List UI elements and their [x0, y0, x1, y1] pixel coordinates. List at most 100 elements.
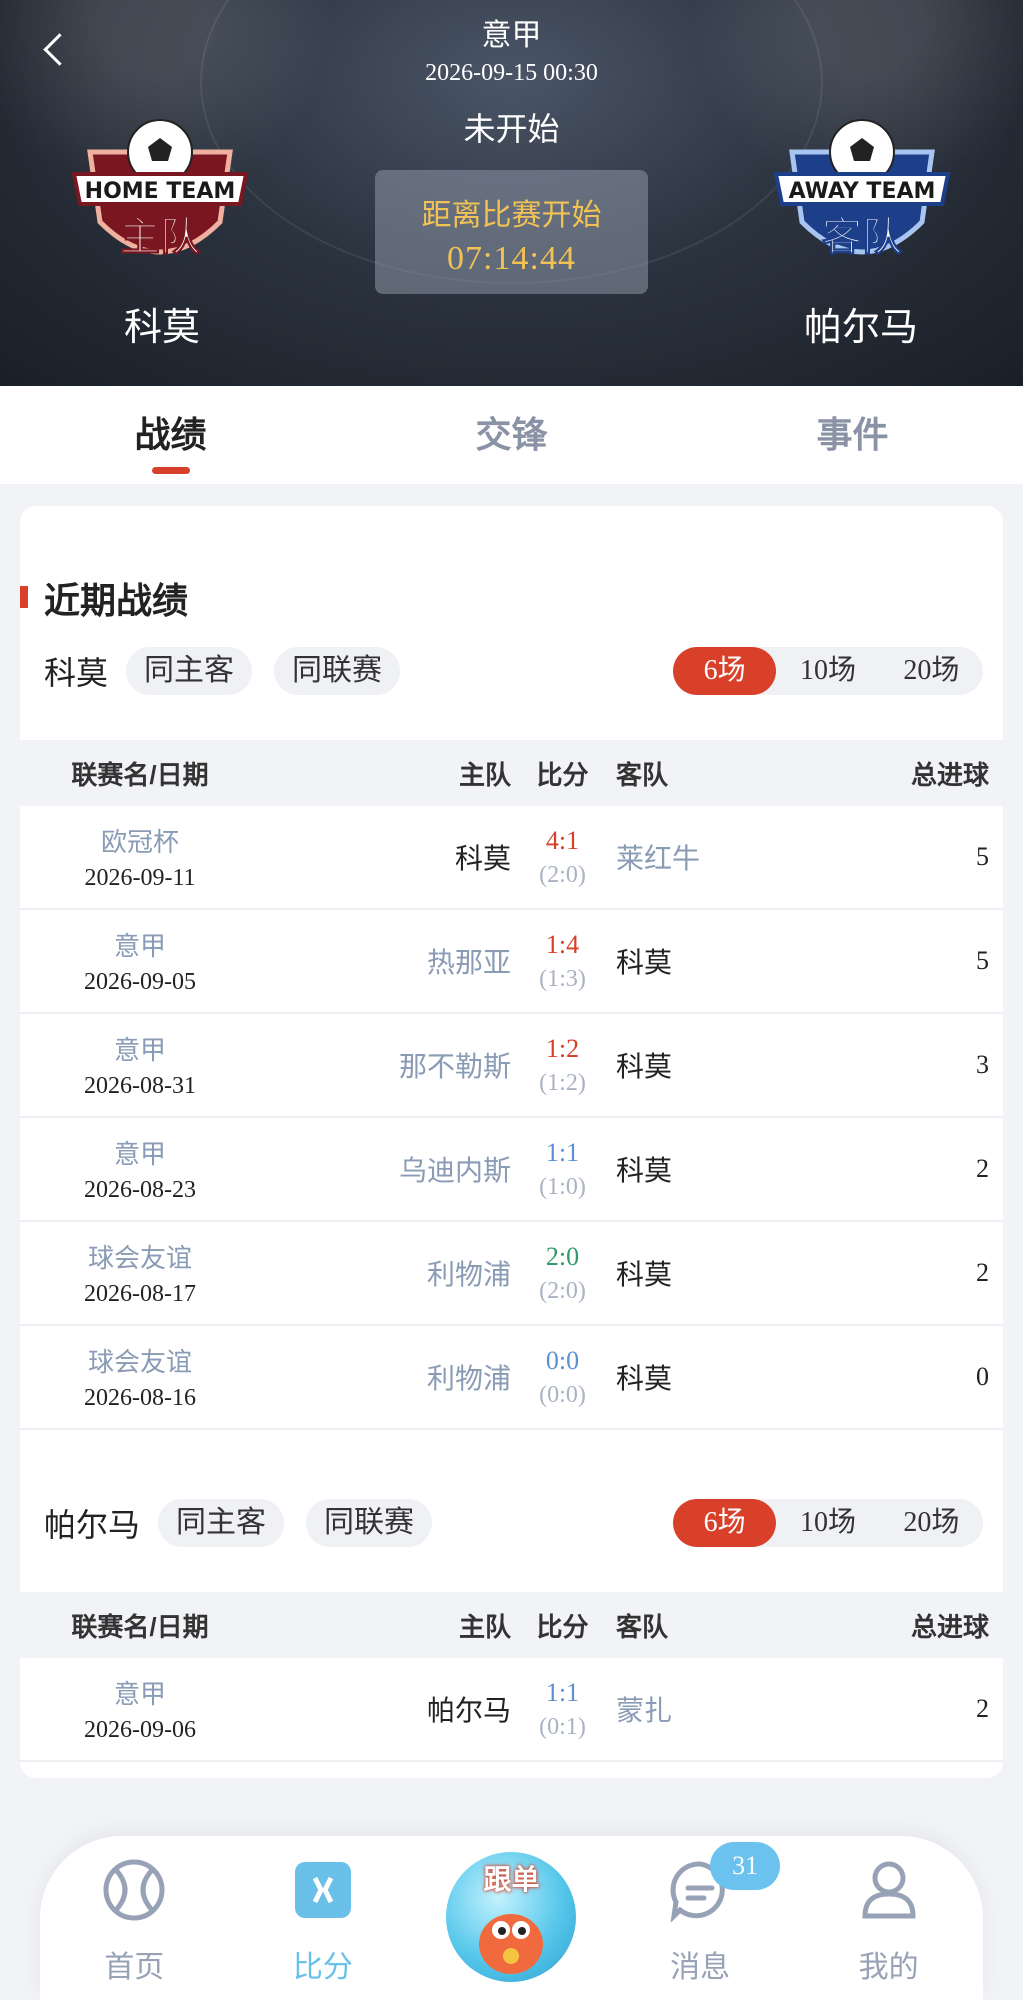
- header-home: 主队: [458, 759, 511, 790]
- header-total: 总进球: [910, 759, 989, 790]
- header-score: 比分: [536, 1611, 589, 1642]
- row-halftime: (1:2): [539, 1069, 586, 1096]
- home-recent-table: 联赛名/日期 主队 比分 客队 总进球 欧冠杯 2026-09-11 科莫 4:1…: [20, 740, 1003, 1430]
- table-row[interactable]: 意甲 2026-09-06 帕尔马 1:1 (0:1) 蒙扎 2: [20, 1658, 1003, 1762]
- row-total-goals: 2: [976, 1154, 989, 1183]
- row-date: 2026-08-31: [84, 1073, 196, 1099]
- row-total-goals: 0: [976, 1362, 989, 1391]
- header-score: 比分: [536, 759, 589, 790]
- count-6[interactable]: 6场: [673, 647, 777, 695]
- row-league: 意甲: [113, 1035, 166, 1065]
- table-row[interactable]: 球会友谊 2026-08-16 利物浦 0:0 (0:0) 科莫 0: [20, 1326, 1003, 1430]
- home-badge-line2: 主队: [120, 214, 201, 260]
- header-away: 客队: [616, 1611, 669, 1642]
- filter-team-name: 帕尔马: [44, 1507, 141, 1543]
- header-date: 联赛名/日期: [71, 759, 209, 790]
- row-date: 2026-09-11: [84, 865, 196, 891]
- match-count-selector: 6场 10场 20场: [673, 647, 983, 695]
- countdown-label: 距离比赛开始: [421, 199, 602, 232]
- chip-same-league[interactable]: 同联赛: [306, 1499, 433, 1547]
- row-total-goals: 5: [976, 842, 989, 871]
- row-league: 意甲: [113, 931, 166, 961]
- row-score: 2:0: [545, 1241, 580, 1271]
- bottom-nav: 首页 比分 跟单 31 消息 我的: [40, 1836, 983, 2000]
- header-home: 主队: [458, 1611, 511, 1642]
- count-6[interactable]: 6场: [673, 1499, 777, 1547]
- row-date: 2026-09-06: [84, 1717, 196, 1743]
- row-total-goals: 2: [976, 1258, 989, 1287]
- row-away-team: 科莫: [616, 1155, 673, 1186]
- filter-team-name: 科莫: [44, 655, 109, 691]
- row-home-team: 帕尔马: [426, 1695, 511, 1726]
- table-row[interactable]: 意甲 2026-08-23 乌迪内斯 1:1 (1:0) 科莫 2: [20, 1118, 1003, 1222]
- nav-scores[interactable]: 比分: [229, 1836, 418, 2000]
- row-date: 2026-08-23: [84, 1177, 196, 1203]
- row-home-team: 热那亚: [426, 947, 511, 978]
- match-time: 2026-09-15 00:30: [425, 60, 598, 86]
- count-10[interactable]: 10场: [776, 647, 879, 695]
- row-score: 1:4: [545, 929, 580, 959]
- row-date: 2026-09-05: [84, 969, 196, 995]
- tab-events[interactable]: 事件: [682, 386, 1023, 484]
- row-score: 1:1: [545, 1677, 580, 1707]
- section-accent-bar: [20, 586, 28, 608]
- away-team-name: 帕尔马: [804, 307, 919, 349]
- section-title: 近期战绩: [44, 580, 189, 621]
- row-home-team: 那不勒斯: [398, 1051, 511, 1082]
- tab-head-to-head[interactable]: 交锋: [341, 386, 682, 484]
- row-home-team: 科莫: [454, 843, 511, 874]
- row-date: 2026-08-16: [84, 1385, 196, 1411]
- nav-home[interactable]: 首页: [40, 1836, 229, 2000]
- tab-record[interactable]: 战绩: [0, 386, 341, 484]
- chip-same-venue[interactable]: 同主客: [126, 647, 253, 695]
- nav-profile-label: 我的: [858, 1951, 919, 1984]
- away-recent-table: 联赛名/日期 主队 比分 客队 总进球 意甲 2026-09-06 帕尔马 1:1…: [20, 1592, 1003, 1762]
- header-date: 联赛名/日期: [71, 1611, 209, 1642]
- countdown-time: 07:14:44: [447, 240, 576, 277]
- scoreboard-icon: [294, 1862, 351, 1918]
- row-score: 1:1: [545, 1137, 580, 1167]
- nav-profile[interactable]: 我的: [794, 1836, 983, 2000]
- row-score: 0:0: [545, 1345, 580, 1375]
- count-10[interactable]: 10场: [776, 1499, 879, 1547]
- nav-messages-label: 消息: [670, 1951, 731, 1984]
- chip-same-venue[interactable]: 同主客: [158, 1499, 285, 1547]
- count-20[interactable]: 20场: [880, 1499, 983, 1547]
- table-row[interactable]: 欧冠杯 2026-09-11 科莫 4:1 (2:0) 莱红牛 5: [20, 806, 1003, 910]
- match-header: 意甲 2026-09-15 00:30 未开始 距离比赛开始 07:14:44 …: [0, 0, 1023, 386]
- countdown-box: 距离比赛开始 07:14:44: [375, 170, 648, 294]
- row-score: 4:1: [545, 825, 580, 855]
- away-badge-line1: AWAY TEAM: [789, 179, 936, 204]
- row-halftime: (0:0): [539, 1381, 586, 1408]
- row-halftime: (2:0): [539, 1277, 586, 1304]
- basketball-icon: [103, 1859, 165, 1921]
- away-filter-row: 帕尔马 同主客 同联赛: [44, 1498, 454, 1548]
- table-row[interactable]: 球会友谊 2026-08-17 利物浦 2:0 (2:0) 科莫 2: [20, 1222, 1003, 1326]
- nav-follow-label: 跟单: [483, 1864, 540, 1895]
- match-count-selector: 6场 10场 20场: [673, 1499, 983, 1547]
- row-away-team: 科莫: [616, 1259, 673, 1290]
- count-20[interactable]: 20场: [880, 647, 983, 695]
- row-league: 球会友谊: [87, 1347, 192, 1377]
- match-detail-page: 意甲 2026-09-15 00:30 未开始 距离比赛开始 07:14:44 …: [0, 0, 1023, 2000]
- away-badge-line2: 客队: [822, 214, 903, 260]
- home-badge-line1: HOME TEAM: [85, 179, 236, 204]
- row-league: 意甲: [113, 1139, 166, 1169]
- away-team-badge: AWAY TEAM 客队: [773, 119, 951, 261]
- table-row[interactable]: 意甲 2026-09-05 热那亚 1:4 (1:3) 科莫 5: [20, 910, 1003, 1014]
- chip-same-league[interactable]: 同联赛: [274, 647, 401, 695]
- header-total: 总进球: [910, 1611, 989, 1642]
- table-row[interactable]: 意甲 2026-08-31 那不勒斯 1:2 (1:2) 科莫 3: [20, 1014, 1003, 1118]
- nav-messages[interactable]: 31 消息: [606, 1836, 795, 2000]
- table-header: 联赛名/日期 主队 比分 客队 总进球: [20, 1592, 1003, 1658]
- row-league: 欧冠杯: [100, 827, 179, 857]
- row-home-team: 乌迪内斯: [398, 1155, 511, 1186]
- row-away-team: 科莫: [616, 1363, 673, 1394]
- home-filter-row: 科莫 同主客 同联赛: [44, 646, 422, 696]
- nav-follow[interactable]: 跟单: [417, 1836, 606, 2000]
- row-total-goals: 5: [976, 946, 989, 975]
- message-count-badge: 31: [710, 1842, 781, 1890]
- league-name: 意甲: [481, 19, 542, 52]
- row-date: 2026-08-17: [84, 1281, 196, 1307]
- row-home-team: 利物浦: [426, 1363, 511, 1394]
